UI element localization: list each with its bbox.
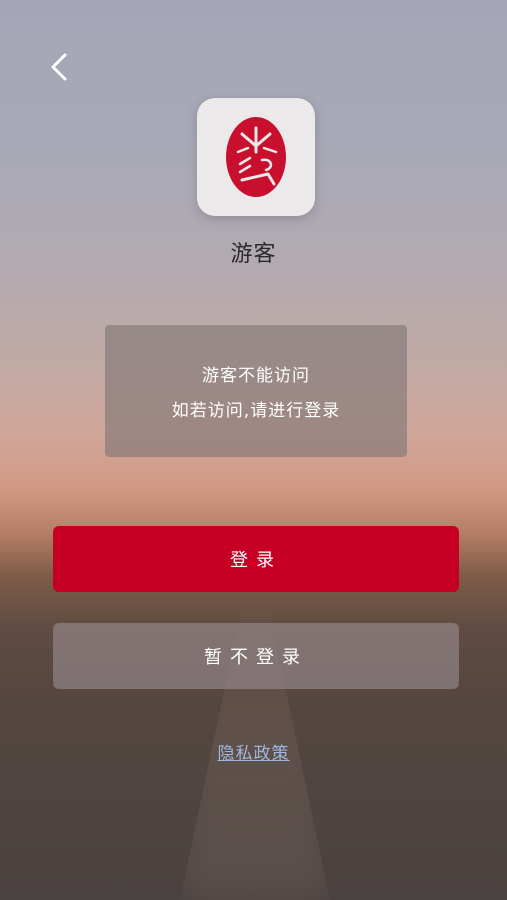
login-button[interactable]: 登录 xyxy=(53,526,459,592)
guest-notice: 游客不能访问 如若访问,请进行登录 xyxy=(105,325,407,457)
back-button[interactable] xyxy=(40,48,80,88)
privacy-policy-link[interactable]: 隐私政策 xyxy=(218,744,290,764)
app-logo xyxy=(197,98,315,216)
red-seal-logo-icon xyxy=(226,117,286,197)
notice-line-1: 游客不能访问 xyxy=(202,366,310,386)
user-name: 游客 xyxy=(230,242,277,267)
notice-line-2: 如若访问,请进行登录 xyxy=(171,401,341,421)
chevron-left-icon xyxy=(51,53,67,81)
skip-login-button[interactable]: 暂不登录 xyxy=(53,623,459,689)
login-button-label: 登录 xyxy=(230,550,282,571)
privacy-footer: 隐私政策 xyxy=(0,739,507,764)
skip-login-button-label: 暂不登录 xyxy=(204,647,308,668)
